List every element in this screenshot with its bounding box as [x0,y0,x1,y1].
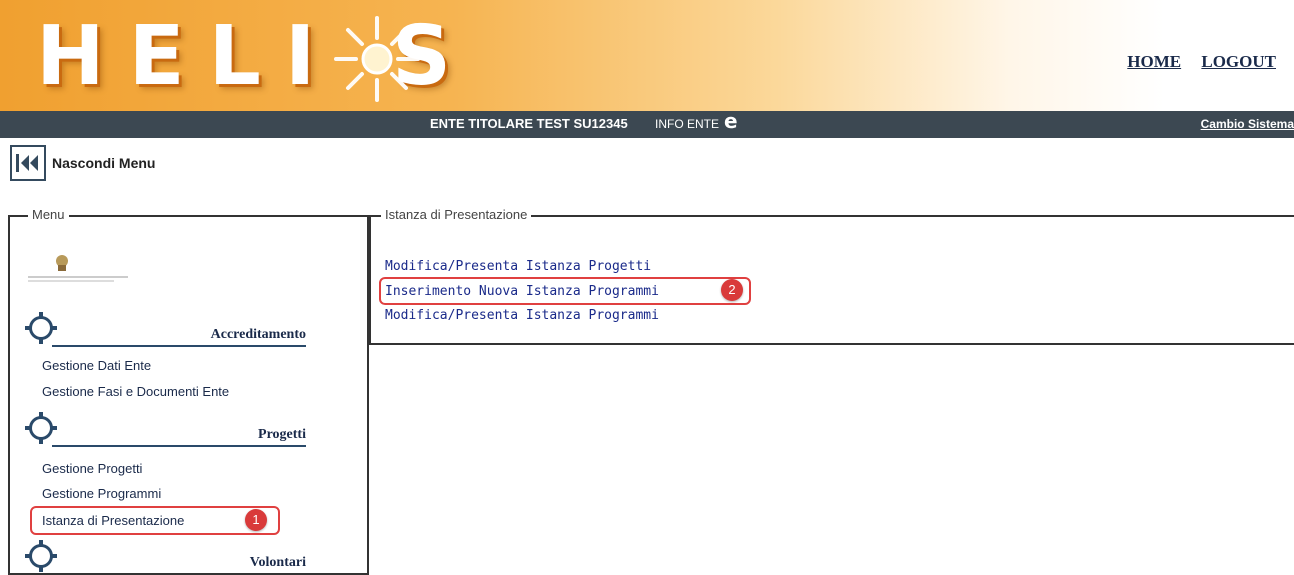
info-ente-link[interactable]: INFO ENTE [655,117,719,131]
step-2-badge: 2 [721,279,743,301]
hide-menu-toggle[interactable]: Nascondi Menu [10,145,155,181]
ente-label: ENTE TITOLARE TEST SU12345 [430,116,628,131]
hide-menu-label[interactable]: Nascondi Menu [52,155,155,171]
section-divider [52,445,306,447]
gear-icon [25,540,57,572]
rewind-icon[interactable] [10,145,46,181]
menu-legend: Menu [28,207,69,222]
section-title[interactable]: Progetti [258,427,306,443]
section-accreditamento: Accreditamento [24,311,306,347]
logout-link[interactable]: LOGOUT [1201,52,1276,71]
section-volontari: Volontari [24,539,306,575]
section-divider [52,345,306,347]
menu-item-gestione-programmi[interactable]: Gestione Programmi [42,486,161,501]
section-title[interactable]: Volontari [250,555,306,571]
home-link[interactable]: HOME [1127,52,1181,71]
menu-item-gestione-dati-ente[interactable]: Gestione Dati Ente [42,358,151,373]
link-modifica-istanza-progetti[interactable]: Modifica/Presenta Istanza Progetti [385,259,651,274]
info-ente-icon[interactable]: e [724,111,742,131]
istanza-legend: Istanza di Presentazione [381,207,532,222]
sun-icon [334,16,420,102]
gear-icon [25,412,57,444]
menu-item-gestione-progetti[interactable]: Gestione Progetti [42,461,142,476]
menu-panel: Menu Accreditamento Gestione Dati Ente G… [8,207,369,575]
menu-item-gestione-fasi-documenti[interactable]: Gestione Fasi e Documenti Ente [42,384,229,399]
header-banner: HELI S HOME LOGOUT [0,0,1294,111]
top-links: HOME LOGOUT [1111,52,1276,72]
cambio-sistema-link[interactable]: Cambio Sistema [1201,117,1294,131]
section-title[interactable]: Accreditamento [211,327,306,343]
step-1-highlight [30,506,280,535]
gear-icon [25,312,57,344]
step-2-highlight [379,277,751,305]
link-modifica-istanza-programmi[interactable]: Modifica/Presenta Istanza Programmi [385,308,659,323]
info-bar: ENTE TITOLARE TEST SU12345 INFO ENTE e C… [0,111,1294,138]
istanza-panel: Istanza di Presentazione Modifica/Presen… [369,207,1294,345]
government-crest-icon [28,255,128,282]
section-progetti: Progetti [24,411,306,447]
step-1-badge: 1 [245,509,267,531]
